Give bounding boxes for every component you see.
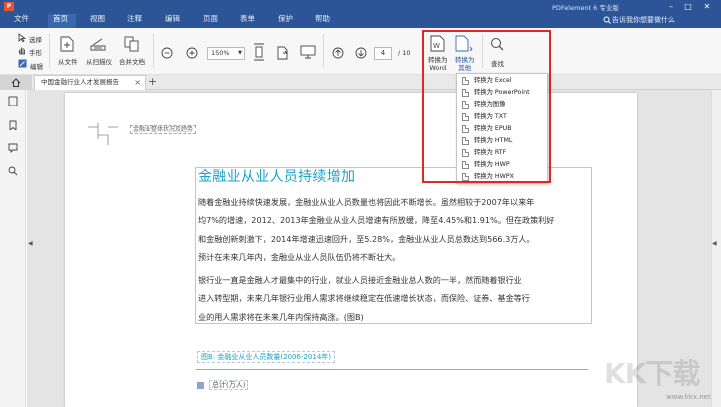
paragraph-line: 业的用人需求将在未来几年内保持高涨。(图B) bbox=[198, 311, 364, 322]
rotate-page-icon[interactable] bbox=[276, 44, 290, 60]
presentation-icon[interactable] bbox=[300, 45, 316, 59]
paragraph-line: 均7%的增速，2012、2013年金融业从业人员增速有所放缓，降至4.45%和1… bbox=[198, 215, 555, 226]
paragraph-line: 进入转型期，未来几年银行业用人需求将继续稳定在低速增长状态，而保险、证券、基金等… bbox=[198, 293, 530, 304]
search-panel-icon[interactable] bbox=[8, 166, 18, 176]
chart-legend: 总计(万人) bbox=[197, 380, 249, 390]
search-hint[interactable]: 告诉我你想要做什么 bbox=[612, 15, 675, 25]
divider-line bbox=[196, 369, 588, 370]
highlight-annotation bbox=[422, 30, 551, 183]
scanner-icon bbox=[90, 38, 106, 51]
menu-edit[interactable]: 编辑 bbox=[165, 13, 180, 25]
paragraph-2[interactable]: 银行业一直是金融人才最集中的行业，就业人员接近金融业总人数的一半，然而随着银行业… bbox=[198, 271, 590, 326]
left-sidebar bbox=[0, 90, 26, 407]
menu-protect[interactable]: 保护 bbox=[278, 13, 293, 25]
select-tool-button[interactable]: 选择 bbox=[29, 34, 42, 44]
watermark-logo: KK下载 bbox=[604, 357, 700, 390]
page-number-input[interactable]: 4 bbox=[374, 47, 392, 60]
toolbar-separator bbox=[323, 34, 324, 68]
menu-help[interactable]: 帮助 bbox=[315, 13, 330, 25]
menu-page[interactable]: 页面 bbox=[203, 13, 218, 25]
paragraph-line: 银行业一直是金融人才最集中的行业，就业人员接近金融业总人数的一半，然而随着银行业 bbox=[198, 275, 522, 285]
create-from-file-icon bbox=[60, 36, 74, 52]
paragraph-line: 预计在未来几年内，金融业从业人员队伍仍将不断壮大。 bbox=[198, 251, 401, 262]
merge-button[interactable]: 合并文档 bbox=[119, 56, 145, 66]
menu-comment[interactable]: 注释 bbox=[127, 13, 142, 25]
menu-view[interactable]: 视图 bbox=[90, 13, 105, 25]
menu-form[interactable]: 表单 bbox=[240, 13, 255, 25]
section-tag[interactable]: 金融业整体状况及趋势 bbox=[130, 125, 197, 134]
hand-tool-button[interactable]: 手形 bbox=[29, 47, 42, 57]
paragraph-line: 和金融创新刺激下，2014年增速迅速回升，至5.28%，金融业从业人员总数达到5… bbox=[198, 233, 535, 244]
legend-label[interactable]: 总计(万人) bbox=[209, 380, 249, 390]
from-file-button[interactable]: 从文件 bbox=[58, 56, 78, 66]
comment-icon[interactable] bbox=[8, 143, 18, 153]
zoom-select[interactable]: 150% ▼ bbox=[207, 47, 245, 60]
maximize-button[interactable]: □ bbox=[681, 1, 695, 12]
page-total: / 10 bbox=[398, 49, 411, 57]
search-hint-icon bbox=[603, 16, 611, 24]
previous-page-icon[interactable] bbox=[332, 47, 344, 59]
hand-icon bbox=[18, 47, 25, 55]
document-tab-title: 中国金融行业人才发展报告 bbox=[41, 78, 119, 86]
collapse-left-icon[interactable]: ◀ bbox=[28, 240, 33, 247]
watermark-url: www.kkx.net bbox=[666, 393, 711, 401]
menu-home[interactable]: 首页 bbox=[53, 13, 68, 25]
menu-file[interactable]: 文件 bbox=[14, 13, 29, 25]
document-tab[interactable]: 中国金融行业人才发展报告 × bbox=[34, 75, 146, 90]
close-window-button[interactable]: ✕ bbox=[700, 1, 714, 12]
figure-caption[interactable]: 图B: 金融业从业人员数量(2006-2014年) bbox=[197, 351, 336, 363]
fit-page-icon[interactable] bbox=[253, 43, 265, 61]
zoom-in-icon[interactable] bbox=[186, 47, 198, 59]
zoom-value: 150% bbox=[211, 49, 230, 57]
paragraph-1[interactable]: 随着金融业持续快速发展，金融业从业人员数量也将因此不断增长。虽然相较于2007年… bbox=[198, 193, 590, 266]
next-page-icon[interactable] bbox=[355, 47, 367, 59]
crop-mark-icon bbox=[88, 123, 118, 145]
paragraph-line: 随着金融业持续快速发展，金融业从业人员数量也将因此不断增长。虽然相较于2007年… bbox=[198, 197, 535, 207]
zoom-out-icon[interactable] bbox=[161, 47, 173, 59]
thumbnails-icon[interactable] bbox=[8, 96, 18, 106]
toolbar-separator bbox=[49, 34, 50, 68]
bookmark-icon[interactable] bbox=[8, 120, 18, 130]
legend-swatch bbox=[197, 381, 204, 389]
article-heading[interactable]: 金融业从业人员持续增加 bbox=[198, 166, 355, 186]
edit-tool-button[interactable]: 编辑 bbox=[30, 61, 43, 71]
minimize-button[interactable]: – bbox=[664, 1, 678, 12]
from-scanner-button[interactable]: 从扫描仪 bbox=[86, 56, 112, 66]
merge-documents-icon bbox=[124, 36, 139, 52]
app-logo: P bbox=[4, 2, 14, 11]
toolbar-separator bbox=[153, 34, 154, 68]
vertical-scrollbar[interactable] bbox=[711, 90, 721, 407]
home-icon bbox=[11, 78, 21, 87]
chevron-down-icon: ▼ bbox=[238, 50, 242, 56]
tab-strip: 中国金融行业人才发展报告 × + bbox=[0, 75, 721, 90]
expand-right-icon[interactable]: ◀ bbox=[712, 240, 717, 247]
menu-bar: P PDFelement 6 专业版 – □ ✕ 文件 首页 视图 注释 编辑 … bbox=[0, 0, 721, 28]
select-cursor-icon bbox=[18, 33, 26, 42]
home-tab[interactable] bbox=[0, 75, 32, 90]
edit-icon bbox=[18, 59, 27, 68]
close-tab-icon[interactable]: × bbox=[134, 76, 141, 89]
toolbar: 选择 手形 编辑 从文件 从扫描仪 合并文档 150% ▼ 4 / 10 W 转换… bbox=[0, 28, 721, 75]
new-tab-button[interactable]: + bbox=[148, 75, 157, 89]
app-title: PDFelement 6 专业版 bbox=[552, 4, 619, 12]
